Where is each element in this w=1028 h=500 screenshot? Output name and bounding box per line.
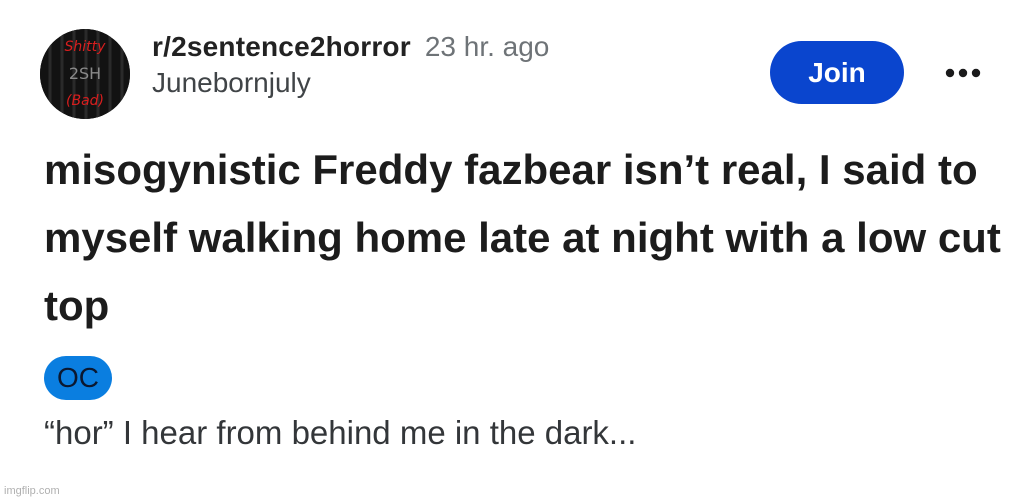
join-button[interactable]: Join <box>770 41 904 104</box>
avatar-text-line2: 2SH <box>69 64 101 83</box>
post-body-text[interactable]: “hor” I hear from behind me in the dark.… <box>44 409 636 457</box>
avatar-text-line1: Shitty <box>65 39 107 55</box>
subreddit-avatar-icon: Shitty 2SH (Bad) <box>40 29 130 119</box>
subreddit-name[interactable]: r/2sentence2horror <box>152 31 411 63</box>
post-header: r/2sentence2horror 23 hr. ago Junebornju… <box>152 31 549 99</box>
post-card: Shitty 2SH (Bad) r/2sentence2horror 23 h… <box>0 0 1028 500</box>
post-title[interactable]: misogynistic Freddy fazbear isn’t real, … <box>44 136 1004 340</box>
more-options-icon <box>945 68 981 78</box>
header-meta-row: r/2sentence2horror 23 hr. ago <box>152 31 549 63</box>
subreddit-avatar[interactable]: Shitty 2SH (Bad) <box>40 29 130 119</box>
watermark: imgflip.com <box>4 485 60 497</box>
avatar-text-line3: (Bad) <box>66 93 104 109</box>
more-options-button[interactable] <box>936 58 990 88</box>
post-time: 23 hr. ago <box>424 31 550 62</box>
author-username[interactable]: Junebornjuly <box>152 67 549 99</box>
post-flair[interactable]: OC <box>44 356 112 400</box>
